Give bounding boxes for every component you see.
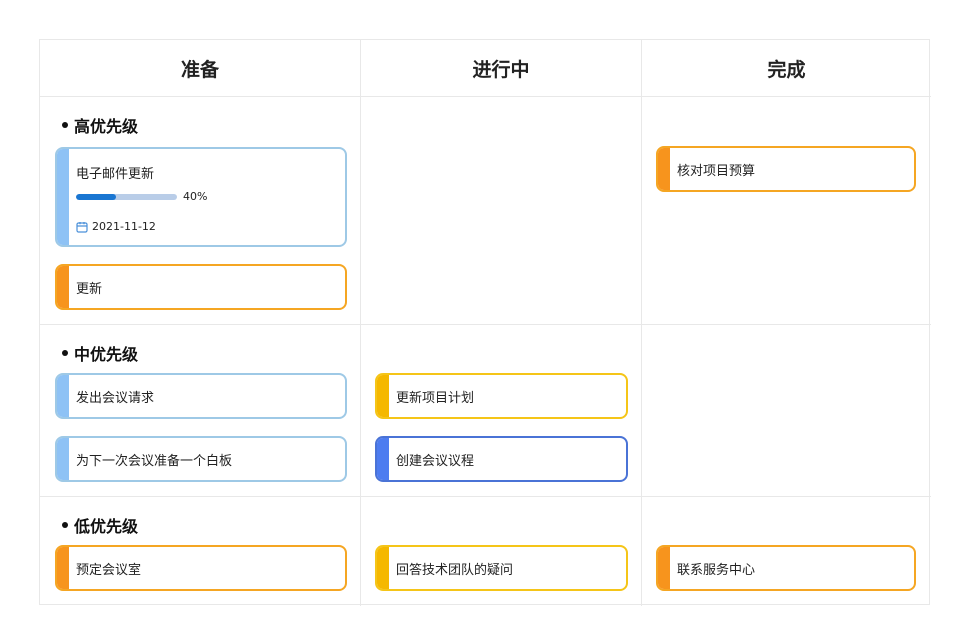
bullet-icon: [62, 350, 68, 356]
task-card-label: 创建会议议程: [396, 453, 475, 469]
task-card-check-budget[interactable]: 核对项目预算: [656, 146, 916, 192]
high-priority-done-cell: 核对项目预算: [642, 97, 931, 325]
group-title-low: 低优先级: [62, 513, 138, 537]
column-header-done: 完成: [642, 40, 931, 97]
medium-priority-prepare-cell: 中优先级 发出会议请求 为下一次会议准备一个白板: [40, 325, 361, 497]
group-title-medium: 中优先级: [62, 341, 138, 365]
card-color-stripe: [57, 149, 69, 245]
high-priority-in-progress-cell: [361, 97, 642, 325]
task-card-answer-questions[interactable]: 回答技术团队的疑问: [375, 545, 628, 591]
task-card-label: 回答技术团队的疑问: [396, 562, 514, 578]
medium-priority-done-cell: [642, 325, 931, 497]
progress-text: 40%: [183, 190, 208, 203]
bullet-icon: [62, 522, 68, 528]
low-priority-done-cell: 联系服务中心: [642, 497, 931, 606]
column-header-in-progress: 进行中: [361, 40, 642, 97]
calendar-icon: [76, 221, 88, 233]
task-card-label: 更新项目计划: [396, 390, 475, 406]
medium-priority-in-progress-cell: 更新项目计划 创建会议议程: [361, 325, 642, 497]
task-card-update-project-plan[interactable]: 更新项目计划: [375, 373, 628, 419]
task-card-label: 更新: [76, 281, 103, 297]
group-title-high: 高优先级: [62, 113, 138, 137]
card-color-stripe: [57, 547, 69, 589]
group-title-high-label: 高优先级: [74, 117, 139, 136]
kanban-board: 准备 进行中 完成 高优先级 电子邮件更新 40% 2021-11-12 更新 …: [39, 39, 931, 606]
bullet-icon: [62, 122, 68, 128]
card-color-stripe: [377, 547, 389, 589]
low-priority-prepare-cell: 低优先级 预定会议室: [40, 497, 361, 606]
task-card-label: 核对项目预算: [677, 163, 756, 179]
high-priority-prepare-cell: 高优先级 电子邮件更新 40% 2021-11-12 更新: [40, 97, 361, 325]
task-card-send-meeting-request[interactable]: 发出会议请求: [55, 373, 347, 419]
task-card-email-update[interactable]: 电子邮件更新 40% 2021-11-12: [55, 147, 347, 247]
task-card-label: 预定会议室: [76, 562, 142, 578]
task-card-create-agenda[interactable]: 创建会议议程: [375, 436, 628, 482]
progress-bar: [76, 193, 177, 200]
due-date-text: 2021-11-12: [92, 220, 156, 233]
task-card-label: 电子邮件更新: [76, 167, 155, 182]
card-color-stripe: [57, 375, 69, 417]
task-card-contact-service[interactable]: 联系服务中心: [656, 545, 916, 591]
card-color-stripe: [57, 266, 69, 308]
task-card-prepare-whiteboard[interactable]: 为下一次会议准备一个白板: [55, 436, 347, 482]
group-title-low-label: 低优先级: [74, 517, 139, 536]
progress-bar-fill: [76, 193, 117, 200]
task-card-book-room[interactable]: 预定会议室: [55, 545, 347, 591]
task-card-label: 发出会议请求: [76, 390, 155, 406]
task-card-label: 联系服务中心: [677, 562, 756, 578]
card-color-stripe: [658, 547, 670, 589]
column-header-prepare: 准备: [40, 40, 361, 97]
card-color-stripe: [57, 438, 69, 480]
card-color-stripe: [658, 148, 670, 190]
due-date-row: 2021-11-12: [76, 220, 156, 233]
card-color-stripe: [377, 438, 389, 480]
task-card-update[interactable]: 更新: [55, 264, 347, 310]
card-color-stripe: [377, 375, 389, 417]
group-title-medium-label: 中优先级: [74, 345, 139, 364]
progress-row: 40%: [76, 190, 207, 203]
task-card-label: 为下一次会议准备一个白板: [76, 453, 233, 469]
low-priority-in-progress-cell: 回答技术团队的疑问: [361, 497, 642, 606]
